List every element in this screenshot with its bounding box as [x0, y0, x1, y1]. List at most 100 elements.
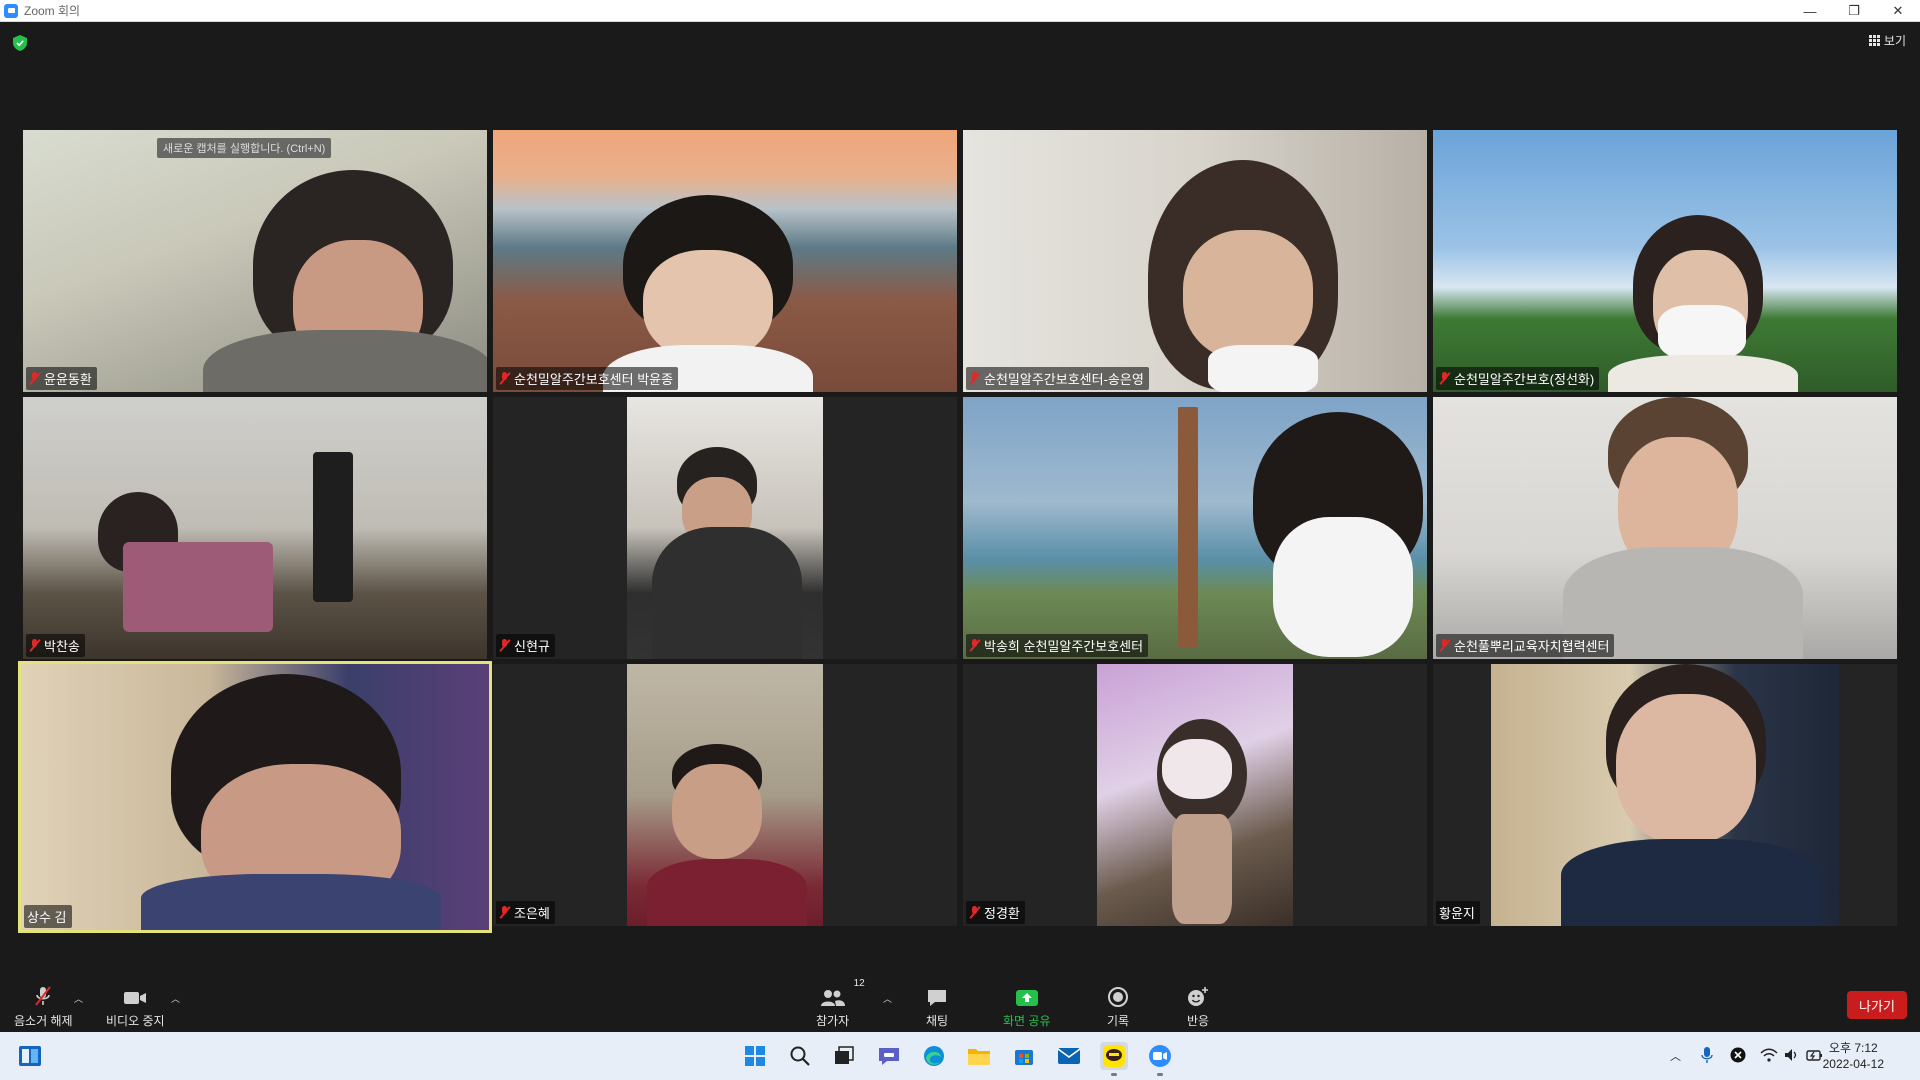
participant-video [23, 130, 487, 392]
start-menu-icon[interactable] [741, 1042, 769, 1070]
stop-video-label: 비디오 중지 [106, 1014, 165, 1028]
battery-icon[interactable] [1806, 1047, 1824, 1063]
audio-options-chevron-icon[interactable]: ︿ [74, 992, 83, 1005]
video-tile[interactable]: 순천밀알주간보호센터 박윤종 [493, 130, 957, 392]
file-explorer-icon[interactable] [965, 1042, 993, 1070]
video-tile[interactable]: 박찬송 [23, 397, 487, 659]
widgets-icon[interactable] [16, 1042, 44, 1070]
participant-name-label: 윤윤동환 [26, 367, 97, 390]
muted-mic-icon [29, 639, 41, 652]
participant-video [627, 664, 823, 926]
video-tile[interactable]: 신현규 [493, 397, 957, 659]
reactions-label: 반응 [1186, 1014, 1210, 1028]
participant-name-label: 상수 김 [24, 905, 72, 928]
video-tile[interactable]: 박송희 순천밀알주간보호센터 [963, 397, 1427, 659]
video-tile[interactable]: 황윤지 [1433, 664, 1897, 926]
task-view-icon[interactable] [830, 1042, 858, 1070]
participant-name-label: 순천밀알주간보호센터 박윤종 [496, 367, 679, 390]
participant-video [1433, 130, 1897, 392]
edge-browser-icon[interactable] [920, 1042, 948, 1070]
close-circle-tray-icon[interactable] [1730, 1047, 1746, 1063]
participants-label: 참가자 [816, 1014, 850, 1028]
restore-button[interactable]: ❐ [1832, 0, 1876, 22]
chat-label: 채팅 [926, 1014, 949, 1028]
record-icon [1107, 984, 1129, 1008]
grid-view-icon [1868, 35, 1880, 46]
muted-mic-icon [969, 372, 981, 385]
participants-icon: 12 [820, 978, 865, 1008]
video-tile-active-speaker[interactable]: 상수 김 [18, 661, 492, 933]
taskbar-clock[interactable]: 오후 7:12 2022-04-12 [1823, 1040, 1884, 1072]
muted-mic-icon [969, 639, 981, 652]
participant-name: 황윤지 [1439, 906, 1475, 921]
muted-mic-icon [499, 639, 511, 652]
capture-tooltip: 새로운 캡처를 실행합니다. (Ctrl+N) [157, 138, 332, 158]
muted-microphone-icon [31, 984, 55, 1008]
participant-name-label: 황윤지 [1436, 901, 1480, 924]
participant-name: 윤윤동환 [44, 372, 92, 387]
zoom-app-icon[interactable] [1146, 1042, 1174, 1076]
participant-name: 순천밀알주간보호센터 박윤종 [514, 372, 674, 387]
search-icon[interactable] [786, 1042, 814, 1070]
participant-name-label: 순천밀알주간보호(정선화) [1436, 367, 1600, 390]
participant-name-label: 순천밀알주간보호센터-송은영 [966, 367, 1149, 390]
participant-name: 신현규 [514, 639, 550, 654]
participant-video [1433, 397, 1897, 659]
participants-button[interactable]: 12 참가자 [816, 978, 865, 1029]
stop-video-button[interactable]: 비디오 중지 [106, 984, 165, 1029]
kakaotalk-icon[interactable] [1100, 1042, 1128, 1076]
reactions-button[interactable]: 반응 [1186, 984, 1210, 1029]
participant-video [963, 130, 1427, 392]
participant-name-label: 정경환 [966, 901, 1025, 924]
video-camera-icon [122, 984, 148, 1008]
teams-chat-icon[interactable] [875, 1042, 903, 1070]
share-screen-label: 화면 공유 [1003, 1014, 1051, 1028]
reaction-smiley-icon [1186, 984, 1210, 1008]
video-tile[interactable]: 순천밀알주간보호(정선화) [1433, 130, 1897, 392]
participant-name-label: 박송희 순천밀알주간보호센터 [966, 634, 1149, 657]
zoom-logo-icon [4, 3, 18, 18]
video-tile[interactable]: 새로운 캡처를 실행합니다. (Ctrl+N) 윤윤동환 [23, 130, 487, 392]
meeting-toolbar: 음소거 해제 ︿ 비디오 중지 ︿ 12 참가자 ︿ 채팅 화면 공유 기록 반… [0, 960, 1920, 1032]
microsoft-store-icon[interactable] [1010, 1042, 1038, 1070]
participant-video [21, 664, 489, 930]
participant-name: 상수 김 [27, 910, 67, 925]
video-tile[interactable]: 조은혜 [493, 664, 957, 926]
window-title: Zoom 회의 [24, 4, 81, 18]
clock-time: 오후 7:12 [1828, 1041, 1878, 1055]
video-options-chevron-icon[interactable]: ︿ [171, 992, 180, 1005]
participant-name-label: 신현규 [496, 634, 555, 657]
close-button[interactable]: ✕ [1876, 0, 1920, 22]
volume-icon[interactable] [1784, 1047, 1800, 1063]
chat-button[interactable]: 채팅 [926, 984, 948, 1029]
show-hidden-icons-chevron-icon[interactable]: ︿ [1670, 1048, 1681, 1064]
participant-name: 순천밀알주간보호센터-송은영 [984, 372, 1144, 387]
video-tile[interactable]: 정경환 [963, 664, 1427, 926]
view-label: 보기 [1883, 34, 1906, 48]
participants-options-chevron-icon[interactable]: ︿ [883, 992, 892, 1005]
unmute-label: 음소거 해제 [14, 1014, 73, 1028]
participant-name: 박찬송 [44, 639, 80, 654]
minimize-button[interactable]: — [1788, 0, 1832, 22]
mail-icon[interactable] [1055, 1042, 1083, 1070]
leave-meeting-button[interactable]: 나가기 [1847, 991, 1907, 1019]
chat-bubble-icon [926, 984, 948, 1008]
participant-video [627, 397, 823, 659]
video-tile[interactable]: 순천밀알주간보호센터-송은영 [963, 130, 1427, 392]
participant-video [963, 397, 1427, 659]
video-tile[interactable]: 순천풀뿌리교육자치협력센터 [1433, 397, 1897, 659]
wifi-icon[interactable] [1760, 1047, 1778, 1063]
participant-name: 박송희 순천밀알주간보호센터 [984, 639, 1144, 654]
record-button[interactable]: 기록 [1107, 984, 1129, 1029]
participant-name-label: 순천풀뿌리교육자치협력센터 [1436, 634, 1615, 657]
view-button[interactable]: 보기 [1868, 32, 1906, 49]
record-label: 기록 [1107, 1014, 1130, 1028]
participant-name: 순천밀알주간보호(정선화) [1454, 372, 1595, 387]
microphone-tray-icon[interactable] [1700, 1046, 1714, 1064]
security-shield-icon[interactable] [13, 35, 27, 51]
participant-name: 조은혜 [514, 906, 550, 921]
meeting-area: 보기 새로운 캡처를 실행합니다. (Ctrl+N) 윤윤동환 순천밀알주간보호… [0, 22, 1920, 982]
participants-count: 12 [853, 978, 865, 989]
unmute-button[interactable]: 음소거 해제 [14, 984, 73, 1029]
share-screen-button[interactable]: 화면 공유 [1003, 984, 1051, 1029]
